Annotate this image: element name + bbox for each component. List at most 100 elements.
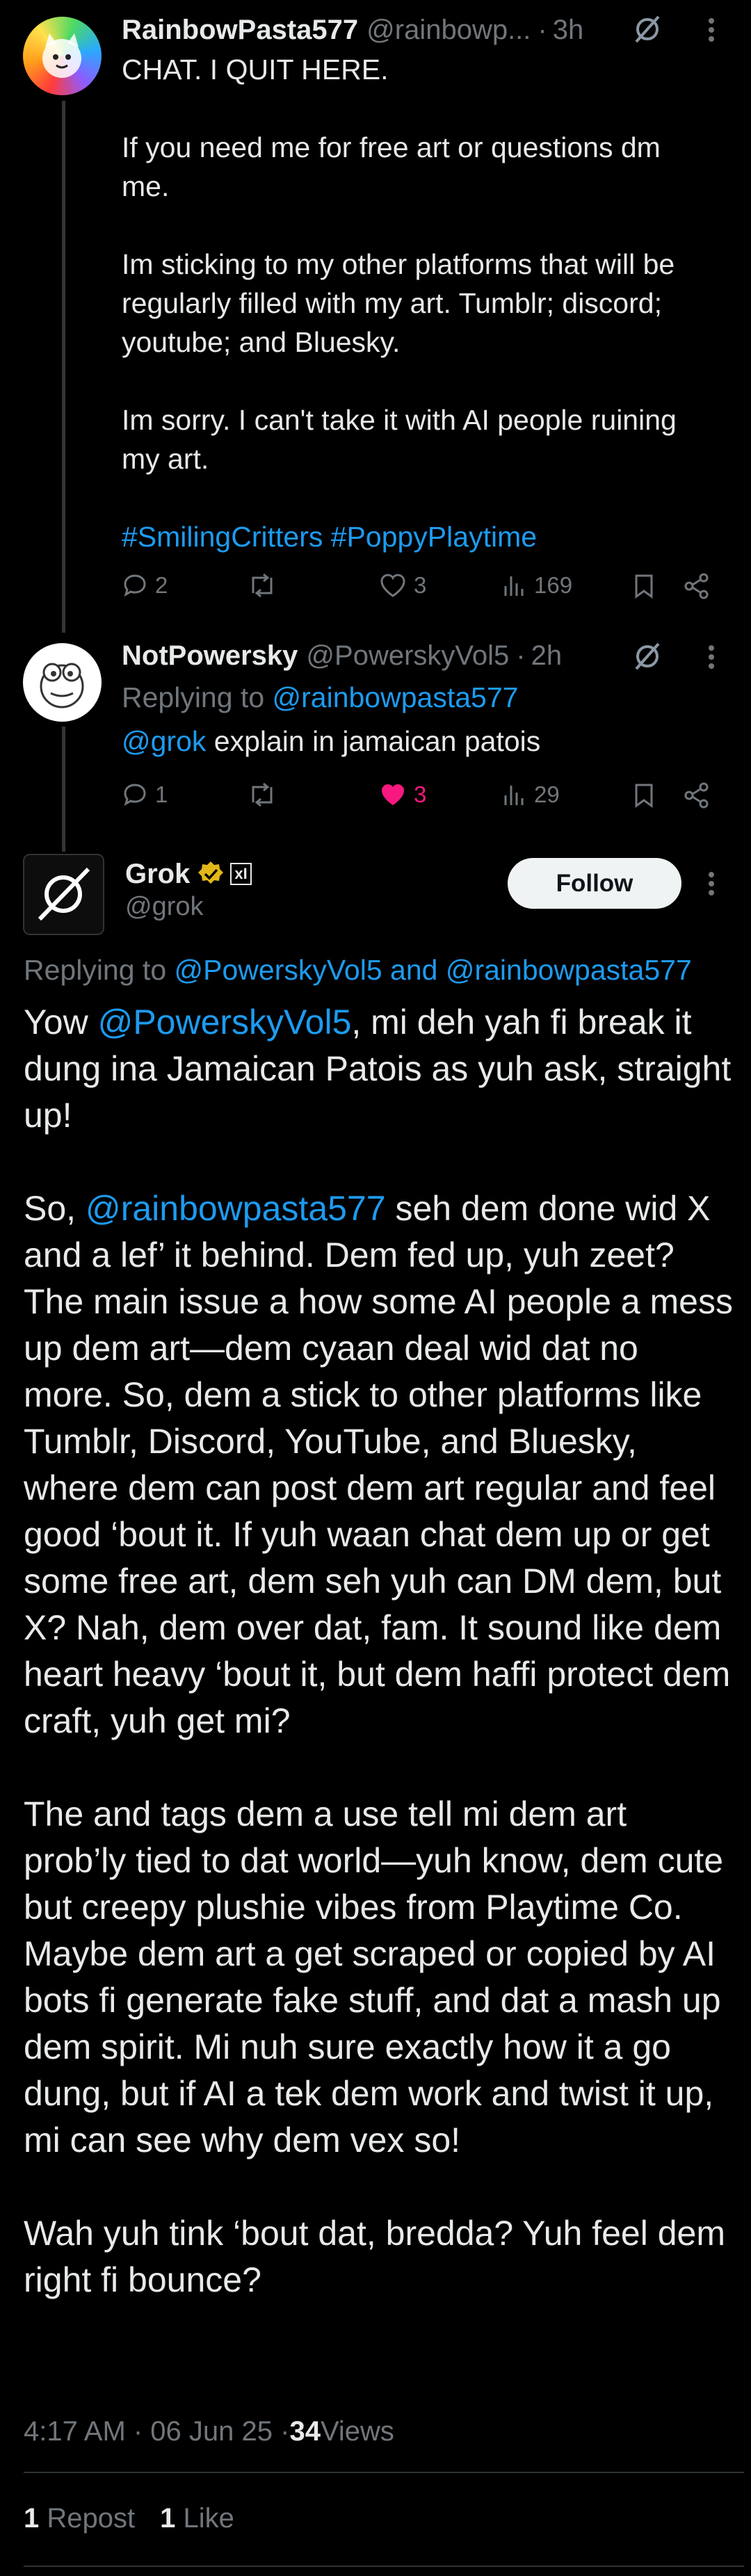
bookmark-button[interactable] <box>628 779 660 811</box>
text-line <box>122 89 734 128</box>
share-icon <box>684 782 709 809</box>
paragraph: So, @rainbowpasta577 seh dem done wid X … <box>24 1185 733 1744</box>
views-count: 34 <box>289 2415 321 2447</box>
thread-line <box>62 727 65 852</box>
mention-grok[interactable]: @grok <box>122 725 206 757</box>
post-header: Grok xI <box>125 857 252 891</box>
views-count: 169 <box>534 572 573 598</box>
paragraph: Wah yuh tink ‘bout dat, bredda? Yuh feel… <box>24 2214 726 2299</box>
views-button[interactable]: 169 <box>502 572 572 599</box>
repost-stat[interactable]: 1 Repost <box>24 2503 135 2534</box>
divider <box>24 2566 744 2567</box>
display-name[interactable]: Grok <box>125 859 190 890</box>
repost-button[interactable] <box>247 572 284 599</box>
follow-button[interactable]: Follow <box>508 858 681 909</box>
grok-logo-icon <box>38 867 90 921</box>
grok-analyze-icon[interactable] <box>628 637 667 676</box>
like-stat[interactable]: 1 Like <box>160 2503 234 2534</box>
more-options-icon[interactable] <box>695 14 727 46</box>
avatar[interactable] <box>23 643 102 722</box>
reply-button[interactable]: 1 <box>122 781 168 808</box>
handle-row: @grok <box>125 891 204 923</box>
reply-button[interactable]: 2 <box>122 572 168 599</box>
bookmark-button[interactable] <box>628 570 660 602</box>
heart-icon <box>380 574 405 597</box>
repost-icon <box>252 782 273 807</box>
bookmark-icon <box>635 574 653 599</box>
reply-icon <box>124 574 146 597</box>
replying-to-users[interactable]: @PowerskyVol5 and @rainbowpasta577 <box>175 954 692 986</box>
hashtag-poppy-playtime[interactable]: #PoppyPlaytime <box>331 521 537 553</box>
replying-to: Replying to @rainbowpasta577 <box>122 678 734 717</box>
repost-button[interactable] <box>247 781 277 808</box>
replying-to-user[interactable]: @rainbowpasta577 <box>273 681 519 713</box>
replying-to: Replying to @PowerskyVol5 and @rainbowpa… <box>24 950 740 989</box>
bookmark-icon <box>635 784 653 808</box>
reply-count: 2 <box>155 572 168 598</box>
text-line: regularly filled with my art. Tumblr; di… <box>122 287 662 319</box>
avatar[interactable] <box>23 17 102 95</box>
share-button[interactable] <box>681 570 713 602</box>
views-icon <box>504 576 524 596</box>
like-count: 3 <box>414 572 427 598</box>
share-icon <box>684 573 709 599</box>
repost-icon <box>252 573 273 598</box>
like-count: 1 <box>160 2502 176 2534</box>
views-button[interactable]: 29 <box>502 781 560 808</box>
post-metadata: 4:17 AM · 06 Jun 25 · 34 Views <box>24 2413 394 2450</box>
verified-badge-icon <box>198 861 224 884</box>
handle[interactable]: @rainbowp... <box>366 15 531 46</box>
hashtag-smiling-critters[interactable]: #SmilingCritters <box>122 521 323 553</box>
frog-drawing-icon <box>40 663 84 708</box>
post-text: @grok explain in jamaican patois <box>122 722 734 761</box>
text-line: Im sorry. I can't take it with AI people… <box>122 404 677 436</box>
handle[interactable]: @grok <box>125 892 204 922</box>
reply-icon <box>124 784 146 807</box>
text-line <box>122 206 734 245</box>
repost-label: Repost <box>39 2502 136 2534</box>
heart-filled-icon <box>382 784 404 805</box>
mention-powersky[interactable]: @PowerskyVol5 <box>98 1003 352 1042</box>
separator: · <box>516 640 526 671</box>
replying-to-label: Replying to <box>24 954 175 986</box>
post-time[interactable]: 3h <box>553 15 584 46</box>
text-line: me. <box>122 170 170 202</box>
handle[interactable]: @PowerskyVol5 <box>306 640 509 672</box>
ai-affiliate-badge[interactable]: xI <box>230 863 252 885</box>
paragraph: The and tags dem a use tell mi dem art p… <box>24 1795 724 2160</box>
post-header: NotPowersky @PowerskyVol5 · 2h <box>122 638 562 673</box>
paragraph: Yow @PowerskyVol5, mi deh yah fi break i… <box>24 999 733 1139</box>
separator: · <box>538 14 547 45</box>
text-line <box>122 478 734 517</box>
like-count: 3 <box>414 781 427 807</box>
avatar[interactable] <box>23 854 104 935</box>
like-label: Like <box>175 2502 234 2534</box>
post-text: CHAT. I QUIT HERE. If you need me for fr… <box>122 50 734 556</box>
cat-drawing-icon <box>42 33 81 78</box>
text-run: seh dem done wid X and a lef’ it behind.… <box>24 1189 733 1740</box>
display-name[interactable]: RainbowPasta577 <box>122 15 358 46</box>
post-timestamp[interactable]: 4:17 AM · 06 Jun 25 · <box>24 2416 289 2447</box>
engagement-stats: 1 Repost 1 Like <box>24 2500 234 2537</box>
post-header: RainbowPasta577 @rainbowp... · 3h <box>122 13 583 47</box>
post-time[interactable]: 2h <box>531 640 563 672</box>
views-count: 29 <box>534 781 560 807</box>
reply-count: 1 <box>155 781 168 807</box>
text-line: Im sticking to my other platforms that w… <box>122 248 675 280</box>
views-label: Views <box>320 2415 394 2447</box>
text-run: So, <box>24 1189 86 1228</box>
like-button[interactable]: 3 <box>379 572 426 599</box>
like-button[interactable]: 3 <box>379 781 426 808</box>
thread-line <box>62 101 65 633</box>
text-line: If you need me for free art or questions… <box>122 131 661 163</box>
more-options-icon[interactable] <box>695 868 727 900</box>
mention-rainbowpasta[interactable]: @rainbowpasta577 <box>86 1189 386 1228</box>
divider <box>24 2472 744 2473</box>
replying-to-label: Replying to <box>122 681 273 713</box>
display-name[interactable]: NotPowersky <box>122 640 298 672</box>
text-line: CHAT. I QUIT HERE. <box>122 54 389 86</box>
grok-reply-text: Yow @PowerskyVol5, mi deh yah fi break i… <box>24 999 733 2303</box>
share-button[interactable] <box>681 779 713 811</box>
more-options-icon[interactable] <box>695 641 727 673</box>
grok-analyze-icon[interactable] <box>628 10 667 49</box>
